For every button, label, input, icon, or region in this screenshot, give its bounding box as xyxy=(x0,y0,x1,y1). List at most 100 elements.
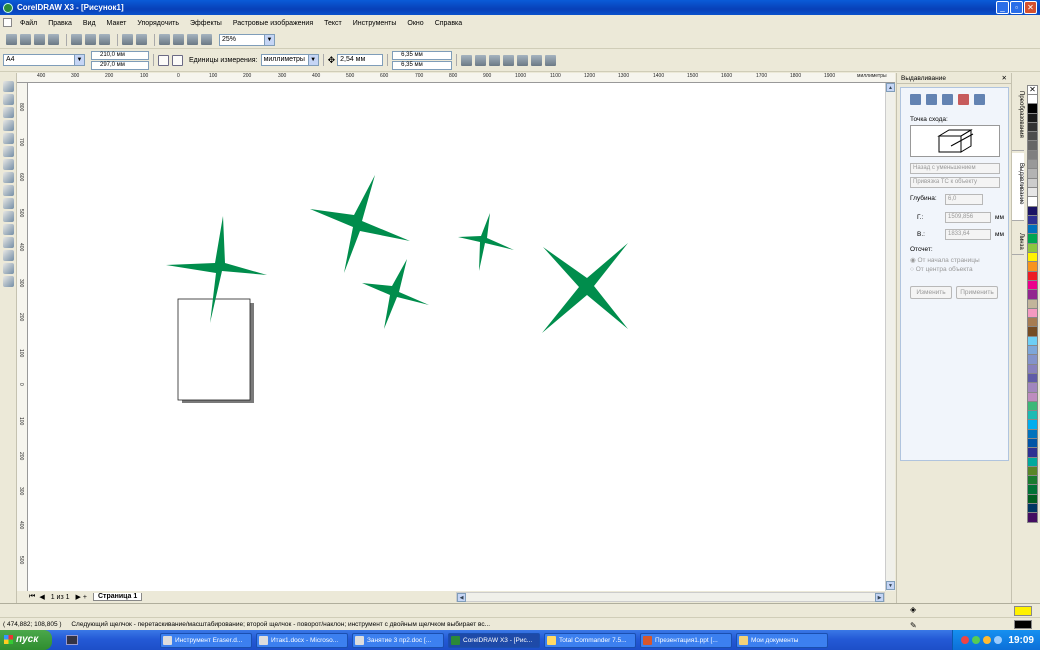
outline-tool-icon[interactable] xyxy=(3,250,14,261)
duplicate-x-input[interactable]: 6,35 мм xyxy=(392,50,453,60)
taskbar-item[interactable]: Итак1.docx - Microso... xyxy=(256,632,348,648)
scroll-up-icon[interactable]: ▲ xyxy=(886,83,895,92)
color-swatch[interactable] xyxy=(1027,150,1038,161)
zoom-tool-icon[interactable] xyxy=(3,120,14,131)
star-shape[interactable] xyxy=(362,259,429,329)
taskbar-item-active[interactable]: CorelDRAW X3 - [Рис... xyxy=(448,632,540,648)
taskbar-item[interactable]: Презентация1.ppt [... xyxy=(640,632,732,648)
menu-arrange[interactable]: Упорядочить xyxy=(137,20,179,27)
color-swatch[interactable] xyxy=(1027,113,1038,123)
color-swatch[interactable] xyxy=(1027,141,1038,151)
menu-view[interactable]: Вид xyxy=(83,20,96,27)
menu-text[interactable]: Текст xyxy=(324,20,342,27)
vanishing-point-mode-select[interactable]: Назад с уменьшением xyxy=(910,163,1000,174)
color-swatch[interactable] xyxy=(1027,420,1038,430)
units-options-icon[interactable] xyxy=(461,54,473,66)
horizontal-scrollbar[interactable]: ◀ ▶ xyxy=(456,592,885,602)
smart-fill-tool-icon[interactable] xyxy=(3,146,14,157)
copy-icon[interactable] xyxy=(85,34,96,45)
color-swatch[interactable] xyxy=(1027,206,1038,216)
color-swatch[interactable] xyxy=(1027,280,1038,291)
color-swatch[interactable] xyxy=(1027,225,1038,235)
show-desktop-icon[interactable] xyxy=(66,635,78,645)
tray-icon[interactable] xyxy=(972,636,981,644)
save-icon[interactable] xyxy=(34,34,45,45)
outline-color-swatch[interactable] xyxy=(1014,620,1032,629)
color-swatch[interactable] xyxy=(1027,429,1038,439)
color-swatch[interactable] xyxy=(1027,262,1038,272)
no-color-swatch[interactable]: ✕ xyxy=(1027,85,1038,95)
interactive-fill-tool-icon[interactable] xyxy=(3,276,14,287)
color-swatch[interactable] xyxy=(1027,355,1038,365)
color-swatch[interactable] xyxy=(1027,336,1038,347)
taskbar-item[interactable]: Занятие 3 пр2.doc [... xyxy=(352,632,444,648)
pick-tool-icon[interactable] xyxy=(3,81,14,92)
import-icon[interactable] xyxy=(159,34,170,45)
menu-file[interactable]: Файл xyxy=(20,20,37,27)
color-swatch[interactable] xyxy=(1027,234,1038,244)
vertical-scrollbar[interactable]: ▲ ▼ xyxy=(885,83,895,591)
color-swatch[interactable] xyxy=(1027,513,1038,523)
color-swatch[interactable] xyxy=(1027,187,1038,198)
vanishing-point-lock-select[interactable]: Привязка ТС к объекту xyxy=(910,177,1000,188)
text-tool-icon[interactable] xyxy=(3,211,14,222)
current-page-icon[interactable] xyxy=(489,54,501,66)
extrude-light-icon[interactable] xyxy=(942,94,953,105)
welcome-screen-icon[interactable] xyxy=(201,34,212,45)
extrude-camera-icon[interactable] xyxy=(910,94,921,105)
ellipse-tool-icon[interactable] xyxy=(3,172,14,183)
page-height-input[interactable]: 297,0 мм xyxy=(91,60,149,70)
tray-icon[interactable] xyxy=(961,636,970,644)
color-swatch[interactable] xyxy=(1027,438,1038,449)
color-swatch[interactable] xyxy=(1027,411,1038,421)
menu-tools[interactable]: Инструменты xyxy=(353,20,397,27)
v-offset-input[interactable]: 1833,64 xyxy=(945,229,991,240)
star-shape[interactable] xyxy=(310,175,410,273)
color-swatch[interactable] xyxy=(1027,476,1038,486)
color-swatch[interactable] xyxy=(1027,364,1038,374)
edit-button[interactable]: Изменить xyxy=(910,286,952,299)
start-button[interactable]: пуск xyxy=(0,630,52,650)
color-swatch[interactable] xyxy=(1027,197,1038,207)
color-swatch[interactable] xyxy=(1027,448,1038,458)
snap-to-objects-icon[interactable] xyxy=(545,54,557,66)
color-swatch[interactable] xyxy=(1027,290,1038,300)
color-swatch[interactable] xyxy=(1027,243,1038,254)
color-swatch[interactable] xyxy=(1027,299,1038,309)
color-swatch[interactable] xyxy=(1027,457,1038,467)
close-button[interactable]: ✕ xyxy=(1024,1,1037,14)
color-swatch[interactable] xyxy=(1027,504,1038,514)
eyedropper-tool-icon[interactable] xyxy=(3,237,14,248)
rectangle-tool-icon[interactable] xyxy=(3,159,14,170)
paste-icon[interactable] xyxy=(99,34,110,45)
taskbar-item[interactable]: Инструмент Eraser.d... xyxy=(160,632,252,648)
apply-button[interactable]: Применить xyxy=(956,286,998,299)
print-icon[interactable] xyxy=(48,34,59,45)
page-tab[interactable]: Страница 1 xyxy=(92,593,143,601)
menu-window[interactable]: Окно xyxy=(407,20,423,27)
tab-extrude[interactable]: Выдавливание xyxy=(1012,153,1024,221)
maximize-button[interactable]: ▫ xyxy=(1010,1,1023,14)
taskbar-item[interactable]: Мои документы xyxy=(736,632,828,648)
scroll-down-icon[interactable]: ▼ xyxy=(886,581,895,590)
origin-object-radio[interactable]: ○ От центра объекта xyxy=(910,266,973,273)
color-swatch[interactable] xyxy=(1027,308,1038,319)
taskbar-item[interactable]: Total Commander 7.5... xyxy=(544,632,636,648)
landscape-icon[interactable] xyxy=(172,54,183,66)
new-icon[interactable] xyxy=(6,34,17,45)
polygon-tool-icon[interactable] xyxy=(3,185,14,196)
extrude-rotation-icon[interactable] xyxy=(926,94,937,105)
prev-page-icon[interactable]: ◀ xyxy=(39,593,44,601)
undo-icon[interactable] xyxy=(122,34,133,45)
color-swatch[interactable] xyxy=(1027,466,1038,477)
color-swatch[interactable] xyxy=(1027,178,1038,188)
cut-icon[interactable] xyxy=(71,34,82,45)
nudge-distance-input[interactable]: 2,54 мм xyxy=(337,54,384,66)
page-width-input[interactable]: 210,0 мм xyxy=(91,50,149,60)
add-page-icon[interactable]: + xyxy=(83,594,87,601)
star-shape[interactable] xyxy=(458,213,514,271)
shape-tool-icon[interactable] xyxy=(3,94,14,105)
minimize-button[interactable]: _ xyxy=(996,1,1009,14)
tray-icon[interactable] xyxy=(983,636,992,644)
color-swatch[interactable] xyxy=(1027,271,1038,281)
